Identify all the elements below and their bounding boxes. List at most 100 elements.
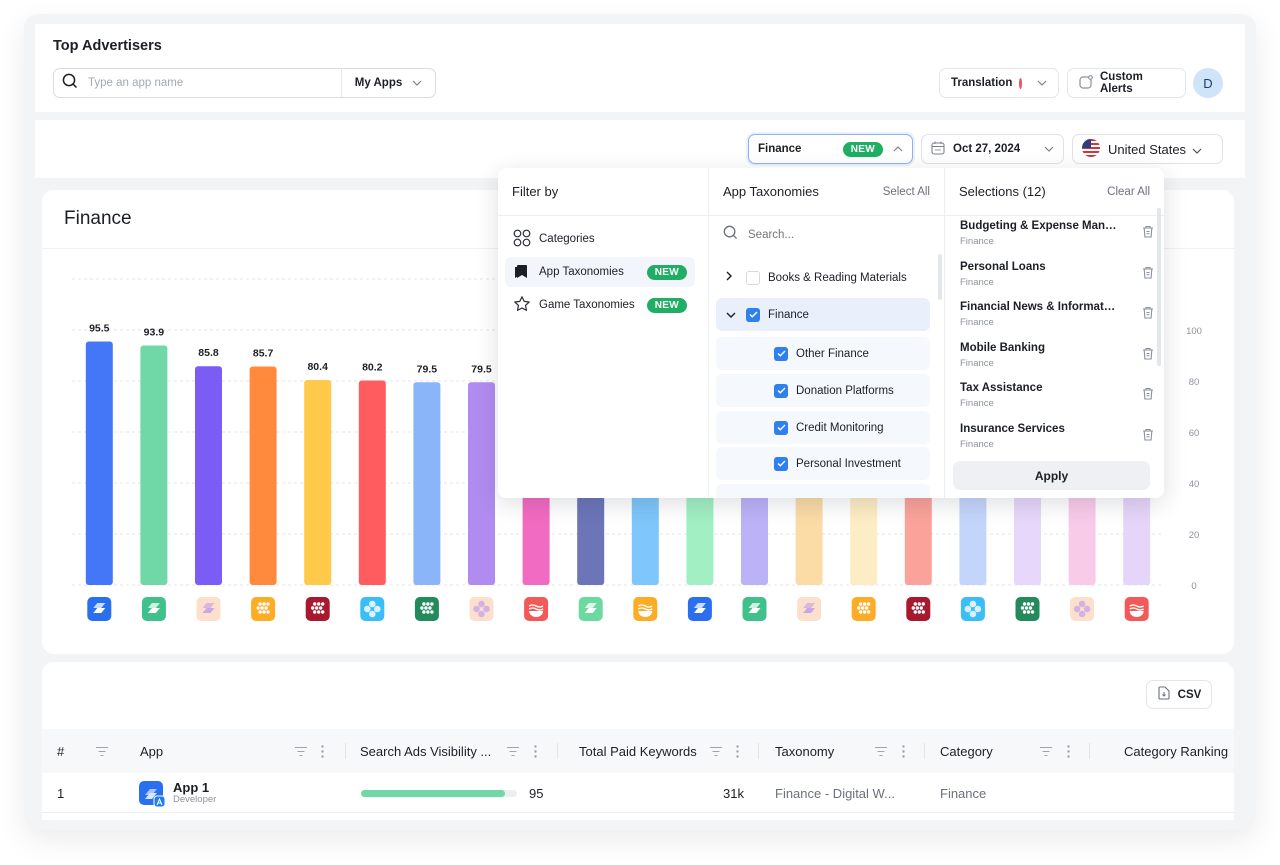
taxonomy-subitem[interactable]: Personal Investment xyxy=(716,447,930,480)
column-category-ranking[interactable]: Category Ranking xyxy=(1124,729,1228,773)
my-apps-dropdown[interactable]: My Apps xyxy=(342,77,435,89)
filter-icon[interactable] xyxy=(710,729,722,773)
app-icon[interactable] xyxy=(360,597,385,621)
app-icon[interactable] xyxy=(1070,597,1095,621)
bar[interactable] xyxy=(85,341,113,585)
app-icon[interactable] xyxy=(851,597,876,621)
app-icon[interactable] xyxy=(687,597,712,621)
more-vert-icon[interactable] xyxy=(321,729,324,773)
column-taxonomy[interactable]: Taxonomy xyxy=(775,729,834,773)
trash-icon[interactable] xyxy=(1142,387,1154,405)
country-dropdown[interactable]: United States xyxy=(1072,134,1223,164)
taxonomy-subitem[interactable]: Donation Platforms xyxy=(716,374,930,407)
custom-alerts-label: Custom Alerts xyxy=(1100,71,1143,95)
filter-icon[interactable] xyxy=(295,729,307,773)
app-icon[interactable] xyxy=(633,597,658,621)
chevron-right-icon[interactable] xyxy=(726,271,746,284)
taxonomy-item-finance[interactable]: Finance xyxy=(716,298,930,331)
bar[interactable] xyxy=(195,366,222,585)
app-icon[interactable] xyxy=(524,597,549,621)
taxonomy-search-input[interactable] xyxy=(748,229,908,241)
bar[interactable] xyxy=(468,382,495,585)
bar[interactable] xyxy=(413,382,441,585)
trash-icon[interactable] xyxy=(1142,225,1154,243)
more-vert-icon[interactable] xyxy=(736,729,739,773)
column-separator[interactable] xyxy=(557,743,558,759)
select-all-button[interactable]: Select All xyxy=(883,186,930,198)
trash-icon[interactable] xyxy=(1142,266,1154,284)
more-vert-icon[interactable] xyxy=(902,729,905,773)
bar[interactable] xyxy=(358,380,386,585)
app-icon[interactable] xyxy=(251,597,276,621)
column-visibility[interactable]: Search Ads Visibility ... xyxy=(360,729,491,773)
selection-name: Tax Assistance xyxy=(960,382,1043,395)
app-icon[interactable] xyxy=(578,597,603,621)
scrollbar[interactable] xyxy=(938,254,942,300)
taxonomy-filter-dropdown[interactable]: Finance NEW xyxy=(748,134,913,164)
checkbox-checked[interactable] xyxy=(746,307,760,322)
taxonomy-subitem[interactable]: Credit Monitoring xyxy=(716,411,930,444)
taxonomy-item-books[interactable]: Books & Reading Materials xyxy=(716,261,930,294)
clear-all-button[interactable]: Clear All xyxy=(1107,186,1150,198)
selection-item: Financial News & Information Finance xyxy=(960,301,1153,328)
app-icon[interactable] xyxy=(87,597,112,621)
checkbox-checked[interactable] xyxy=(774,346,788,361)
app-icon[interactable] xyxy=(906,597,931,621)
chevron-down-icon xyxy=(1192,142,1202,157)
bar[interactable] xyxy=(140,345,168,585)
app-icon[interactable] xyxy=(742,597,767,621)
checkbox[interactable] xyxy=(746,270,760,285)
taxonomy-subitem-partial[interactable] xyxy=(716,484,930,498)
app-icon[interactable] xyxy=(414,597,439,621)
column-separator[interactable] xyxy=(758,743,759,759)
trash-icon[interactable] xyxy=(1142,347,1154,365)
filter-icon[interactable] xyxy=(1040,729,1052,773)
more-vert-icon[interactable] xyxy=(534,729,537,773)
filter-item-categories[interactable]: Categories xyxy=(505,224,695,254)
filter-icon[interactable] xyxy=(507,729,519,773)
app-icon[interactable] xyxy=(960,597,985,621)
filter-icon[interactable] xyxy=(96,729,108,773)
app-icon[interactable] xyxy=(469,597,494,621)
taxonomy-subitem[interactable]: Other Finance xyxy=(716,337,930,370)
app-name[interactable]: App 1 xyxy=(173,781,216,795)
column-separator[interactable] xyxy=(345,743,346,759)
app-icon[interactable] xyxy=(797,597,822,621)
scrollbar[interactable] xyxy=(1157,208,1161,366)
bar[interactable] xyxy=(249,366,277,585)
filter-item-game-taxonomies[interactable]: Game Taxonomies NEW xyxy=(505,290,695,320)
app-icon[interactable] xyxy=(196,597,221,621)
checkbox-checked[interactable] xyxy=(774,456,788,471)
table-row[interactable]: 1 App 1 Developer 95 31k Finance - Digit… xyxy=(42,773,1234,813)
app-icon[interactable] xyxy=(1124,597,1149,621)
csv-export-button[interactable]: CSV xyxy=(1146,680,1212,709)
chevron-down-icon[interactable] xyxy=(726,309,746,321)
column-app[interactable]: App xyxy=(140,729,163,773)
filter-icon[interactable] xyxy=(875,729,887,773)
column-category[interactable]: Category xyxy=(940,729,993,773)
column-separator[interactable] xyxy=(1089,743,1090,759)
selection-name: Financial News & Information xyxy=(960,301,1118,314)
app-search-input[interactable] xyxy=(88,77,318,89)
app-icon[interactable] xyxy=(305,597,330,621)
taxonomy-label: Books & Reading Materials xyxy=(768,271,907,284)
trash-icon[interactable] xyxy=(1142,306,1154,324)
checkbox-checked[interactable] xyxy=(774,420,788,435)
bar[interactable] xyxy=(304,379,332,585)
more-vert-icon[interactable] xyxy=(1067,729,1070,773)
filter-item-app-taxonomies[interactable]: App Taxonomies NEW xyxy=(505,257,695,287)
date-picker[interactable]: Oct 27, 2024 xyxy=(921,134,1064,164)
custom-alerts-button[interactable]: Custom Alerts xyxy=(1067,68,1186,98)
app-icon[interactable] xyxy=(141,597,166,621)
app-icon[interactable] xyxy=(1015,597,1040,621)
column-separator[interactable] xyxy=(924,743,925,759)
filter-item-label: App Taxonomies xyxy=(539,266,624,278)
column-paid-keywords[interactable]: Total Paid Keywords xyxy=(579,729,697,773)
avatar[interactable]: D xyxy=(1193,68,1223,98)
app-cell[interactable]: App 1 Developer xyxy=(139,773,216,813)
apply-button[interactable]: Apply xyxy=(953,461,1150,490)
checkbox-checked[interactable] xyxy=(774,383,788,398)
trash-icon[interactable] xyxy=(1142,428,1154,446)
column-rank[interactable]: # xyxy=(57,729,64,773)
translation-dropdown[interactable]: Translation xyxy=(939,68,1059,98)
